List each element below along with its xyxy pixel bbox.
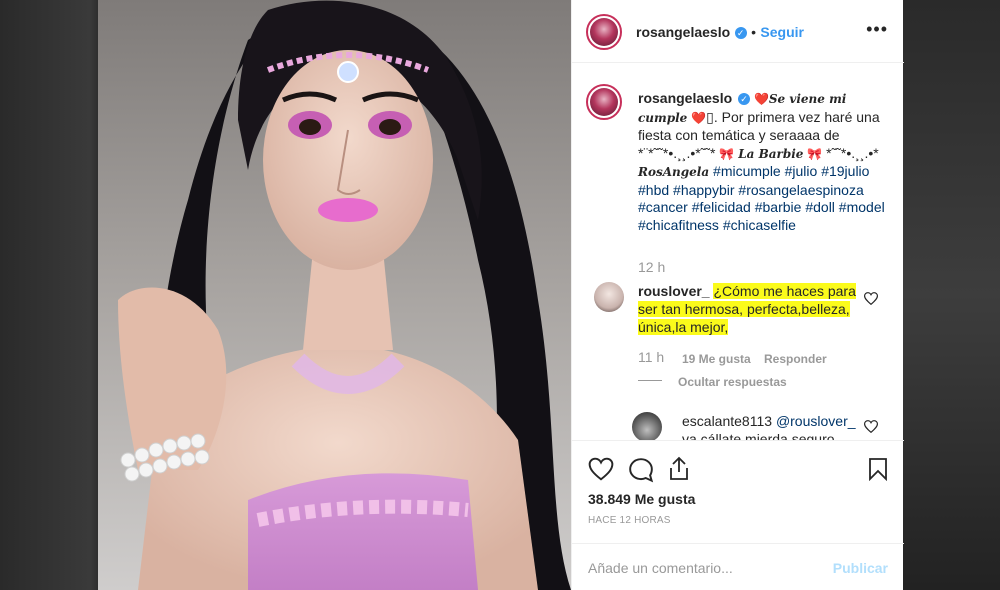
comment-like-heart-icon[interactable]: [864, 292, 878, 305]
reply-username[interactable]: escalante8113: [682, 413, 772, 429]
reply: escalante8113 @rouslover_ va cállate mie…: [682, 412, 858, 440]
comment-bubble-icon[interactable]: [628, 457, 654, 483]
action-bar: 38.849 Me gusta HACE 12 HORAS Publicar: [572, 440, 904, 590]
separator-dot: •: [751, 24, 756, 40]
header-user-line: rosangelaeslo ✓ • Seguir: [636, 24, 804, 42]
comment-likes[interactable]: 19 Me gusta: [682, 352, 751, 366]
caption-time[interactable]: 12 h: [638, 259, 665, 275]
caption-text-2: *˜˜*•.¸¸.•*: [826, 144, 879, 161]
heart-emoji: ❤️: [753, 92, 769, 106]
heart-emoji: ❤️: [691, 110, 707, 125]
post-photo-illustration: [98, 0, 571, 590]
comment-time[interactable]: 11 h: [638, 349, 664, 365]
reply-mention[interactable]: @rouslover_: [776, 413, 856, 429]
caption-fancy-3: RosAngela: [638, 165, 710, 179]
more-options-icon[interactable]: •••: [866, 20, 888, 38]
replies-divider: [638, 380, 662, 381]
reply-button[interactable]: Responder: [764, 352, 827, 366]
reply-text: va cállate mierda seguro: [682, 431, 835, 440]
share-icon[interactable]: [667, 456, 691, 482]
backdrop-right: [902, 0, 1000, 590]
header-username[interactable]: rosangelaeslo: [636, 24, 730, 40]
post-header: rosangelaeslo ✓ • Seguir •••: [572, 0, 904, 63]
verified-icon: ✓: [734, 26, 747, 39]
bow-emoji: 🎀: [807, 146, 823, 161]
caption-fancy-2: La Barbie: [738, 146, 804, 161]
add-comment-bar: Publicar: [572, 543, 904, 590]
caption-username[interactable]: rosangelaeslo: [638, 90, 732, 106]
caption-avatar[interactable]: [590, 88, 618, 116]
comments-area[interactable]: rosangelaeslo ✓ ❤️Se viene mi cumple ❤️▯…: [572, 64, 904, 440]
like-heart-icon[interactable]: [588, 457, 614, 481]
commenter-avatar[interactable]: [594, 282, 624, 312]
follow-button[interactable]: Seguir: [760, 24, 804, 40]
likes-count[interactable]: 38.849 Me gusta: [588, 491, 695, 507]
comment: rouslover_ ¿Cómo me haces para ser tan h…: [638, 282, 860, 336]
comment-username[interactable]: rouslover_: [638, 283, 710, 299]
bow-emoji: 🎀: [719, 146, 735, 161]
reply-like-heart-icon[interactable]: [864, 420, 878, 433]
caption: rosangelaeslo ✓ ❤️Se viene mi cumple ❤️▯…: [638, 90, 888, 234]
hide-replies-button[interactable]: Ocultar respuestas: [678, 375, 787, 389]
comment-input[interactable]: [588, 556, 818, 580]
missing-glyph: ▯: [706, 108, 714, 125]
verified-icon: ✓: [738, 93, 751, 106]
avatar[interactable]: [590, 18, 618, 46]
post-panel: rosangelaeslo ✓ • Seguir ••• rosangelaes…: [571, 0, 904, 590]
reply-avatar[interactable]: [632, 412, 662, 440]
posted-ago[interactable]: HACE 12 HORAS: [588, 515, 671, 526]
bookmark-icon[interactable]: [868, 457, 888, 481]
publish-button[interactable]: Publicar: [833, 560, 888, 576]
post-photo[interactable]: [98, 0, 571, 590]
